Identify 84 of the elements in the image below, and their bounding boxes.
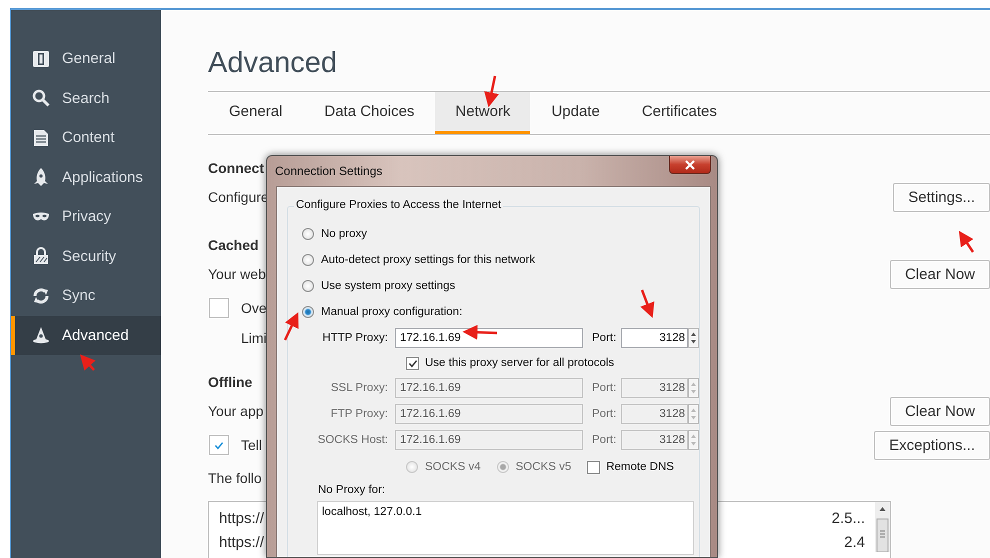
checkmark-icon [214,440,224,450]
field-label: SOCKS Host: [316,434,389,446]
annotation-arrow [80,354,96,371]
sidebar-item[interactable]: Applications [11,158,161,197]
spinner-icon [688,378,699,398]
section-heading: Offline [208,373,252,392]
rocket-icon [32,168,50,186]
field-label: Port: [591,382,618,394]
radio-button[interactable] [302,280,314,292]
mask-icon [32,212,50,222]
spinner-icon [688,328,699,348]
section-heading: Connect [208,159,264,178]
sidebar-item[interactable]: Content [11,118,161,158]
field-label: HTTP Proxy: [321,332,389,344]
table-cell: 2.5... [832,510,865,526]
section-text: Configure [208,189,269,205]
tab[interactable]: Data Choices [303,92,436,134]
search-icon [32,89,50,108]
sidebar-item[interactable]: Sync [11,276,161,316]
dialog-title: Connection Settings [275,164,382,178]
checkbox[interactable] [587,460,600,474]
action-button[interactable]: Clear Now [890,396,990,426]
radio-button[interactable] [302,254,314,266]
section-text: Limi [241,330,267,346]
port-field[interactable]: 3128 [621,328,688,348]
radio-label: SOCKS v4 [425,461,481,473]
checkbox-label: Remote DNS [606,461,674,473]
tab[interactable]: Certificates [620,92,738,134]
sidebar-item[interactable]: Security [11,236,161,276]
tab[interactable]: General [208,92,304,134]
field-label: Port: [591,434,618,446]
radio-label: Manual proxy configuration: [321,306,462,318]
radio-label: SOCKS v5 [516,461,572,473]
field-label: Port: [591,408,618,420]
window-icon [32,50,50,68]
field-label: Port: [591,332,618,344]
scrollbar-icon [875,502,890,552]
section-text: Your app [208,403,264,419]
checkbox[interactable] [209,298,229,318]
wizard-hat-icon [32,326,50,344]
sidebar-item[interactable]: General [11,39,161,78]
field-label: No Proxy for: [317,483,386,498]
document-icon [32,128,50,147]
checkbox-label: Use this proxy server for all protocols [425,357,614,369]
checkbox-label: Tell [241,437,262,453]
tab[interactable]: Network [435,92,530,134]
annotation-arrow [640,290,654,318]
checkbox[interactable] [406,356,419,370]
radio-button[interactable] [302,228,314,240]
table-cell: https:// [219,534,264,550]
field-label: FTP Proxy: [330,408,389,420]
field-label: SSL Proxy: [330,382,389,394]
section-text: The follo [208,470,262,486]
radio-label: No proxy [321,228,368,240]
radio-label: Auto-detect proxy settings for this network [321,254,536,266]
checkbox[interactable] [209,435,229,455]
action-button[interactable]: Exceptions... [874,430,990,460]
annotation-arrow [462,324,498,340]
section-text: Your web [208,266,266,282]
checkbox-label: Ove [241,300,267,316]
tab[interactable]: Update [530,92,621,134]
section-heading: Cached [208,236,259,255]
checkmark-icon [408,358,418,368]
sidebar-item[interactable]: Search [11,78,161,118]
annotation-arrow [958,230,974,253]
page-title: Advanced [208,46,338,81]
sidebar-item[interactable]: Advanced [11,316,161,355]
radio-label: Use system proxy settings [321,280,456,292]
annotation-arrow [284,312,299,341]
radio-button[interactable] [302,306,314,318]
sync-arrows-icon [32,286,50,305]
group-title: Configure Proxies to Access the Internet [294,199,504,211]
table-cell: https:// [219,510,264,526]
close-button[interactable] [669,156,711,174]
padlock-icon [32,247,50,266]
spinner-icon [688,430,699,450]
spinner-icon [688,404,699,424]
action-button[interactable]: Clear Now [890,260,990,288]
action-button[interactable]: Settings... [893,182,990,212]
proxy-field[interactable]: 172.16.1.69 [395,328,583,348]
table-cell: 2.4 [844,534,865,550]
sidebar-item[interactable]: Privacy [11,197,161,236]
close-icon [685,160,695,170]
no-proxy-field[interactable]: localhost, 127.0.0.1 [317,501,694,555]
